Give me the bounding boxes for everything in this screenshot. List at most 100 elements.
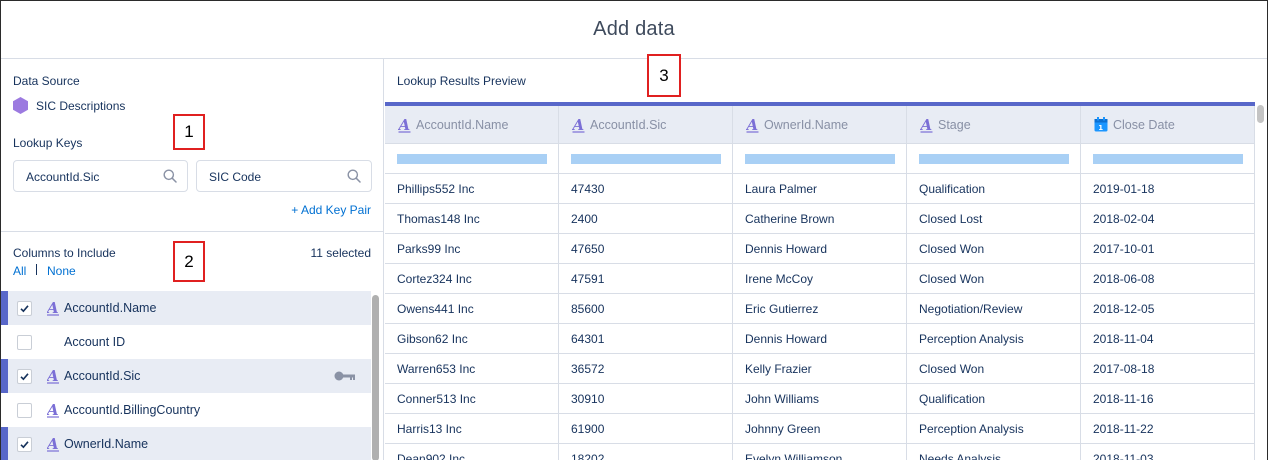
checkmark-icon [20,372,29,380]
lookup-key-left-value: AccountId.Sic [26,170,100,184]
placeholder-bar [919,153,1069,164]
text-type-icon: A [47,436,59,452]
add-key-pair-link[interactable]: + Add Key Pair [291,203,371,217]
header-label: AccountId.Name [416,117,509,132]
select-all-link[interactable]: All [13,264,26,278]
placeholder-bar [745,153,895,164]
table-cell: Parks99 Inc [385,234,559,263]
placeholder-cell [733,144,907,173]
placeholder-cell [1081,144,1255,173]
preview-scrollbar[interactable] [1256,102,1265,460]
text-type-icon: A [572,117,585,133]
table-cell: Owens441 Inc [385,294,559,323]
table-row: Phillips552 Inc 47430 Laura Palmer Qualific… [385,174,1255,204]
table-cell: Qualification [907,384,1081,413]
table-cell: Thomas148 Inc [385,204,559,233]
table-cell: 47591 [559,264,733,293]
text-type-icon: A [920,117,933,133]
svg-text:A: A [572,117,584,133]
lookup-key-left-input[interactable]: AccountId.Sic [13,160,188,192]
add-data-dialog: Add data Data Source SIC Descriptions Lo… [0,0,1268,460]
lookup-key-right-input[interactable]: SIC Code [196,160,372,192]
placeholder-bar [1093,153,1243,164]
placeholder-cell [385,144,559,173]
table-cell: 2400 [559,204,733,233]
header-stage[interactable]: A Stage [907,106,1081,143]
column-name: AccountId.Sic [64,369,141,383]
column-row-account-id[interactable]: Account ID [1,325,371,359]
column-row-accountid-sic[interactable]: A AccountId.Sic [1,359,371,393]
data-source-label: Data Source [13,74,80,88]
table-cell: Needs Analysis [907,444,1081,460]
table-cell: 2018-02-04 [1081,204,1255,233]
table-cell: 2017-08-18 [1081,354,1255,383]
column-row-ownerid-name[interactable]: A OwnerId.Name [1,427,371,460]
svg-text:A: A [920,117,932,133]
table-cell: 2018-11-16 [1081,384,1255,413]
table-cell: 64301 [559,324,733,353]
lookup-results-preview-title: Lookup Results Preview [397,74,526,88]
column-checkbox[interactable] [17,300,32,316]
table-cell: Closed Won [907,264,1081,293]
table-cell: Dennis Howard [733,234,907,263]
svg-text:A: A [47,368,59,384]
placeholder-cell [907,144,1081,173]
data-source-name: SIC Descriptions [36,99,126,113]
text-type-icon: A [47,402,59,418]
column-row-accountid-name[interactable]: A AccountId.Name [1,291,371,325]
preview-scrollbar-thumb[interactable] [1257,105,1264,123]
table-row: Thomas148 Inc 2400 Catherine Brown Closed L… [385,204,1255,234]
table-cell: Conner513 Inc [385,384,559,413]
select-none-link[interactable]: None [47,264,76,278]
svg-text:A: A [746,117,758,133]
table-cell: 2018-12-05 [1081,294,1255,323]
table-header-row: A AccountId.Name A AccountId.Sic A Owner… [385,106,1255,144]
table-row: Cortez324 Inc 47591 Irene McCoy Closed Won 2… [385,264,1255,294]
svg-text:A: A [398,117,410,133]
header-accountid-name[interactable]: A AccountId.Name [385,106,559,143]
column-checkbox[interactable] [17,334,32,350]
svg-text:A: A [47,402,59,418]
column-checkbox[interactable] [17,402,32,418]
placeholder-cell [559,144,733,173]
table-cell: 36572 [559,354,733,383]
header-close-date[interactable]: 1 Close Date [1081,106,1255,143]
dialog-header: Add data [1,1,1267,59]
callout-1: 1 [173,114,205,150]
table-cell: Warren653 Inc [385,354,559,383]
table-cell: 2018-11-03 [1081,444,1255,460]
loading-placeholder-row [385,144,1255,174]
divider [1,231,383,232]
table-row: Warren653 Inc 36572 Kelly Frazier Closed Wo… [385,354,1255,384]
table-row: Gibson62 Inc 64301 Dennis Howard Perception… [385,324,1255,354]
column-name: Account ID [64,335,126,349]
header-label: AccountId.Sic [590,117,667,132]
table-cell: 2018-11-04 [1081,324,1255,353]
callout-3: 3 [647,54,681,97]
svg-text:1: 1 [1098,124,1103,132]
column-row-accountid-billingcountry[interactable]: A AccountId.BillingCountry [1,393,371,427]
table-row: Parks99 Inc 47650 Dennis Howard Closed Won 2… [385,234,1255,264]
search-icon [163,169,177,183]
table-body: Phillips552 Inc 47430 Laura Palmer Qualific… [385,174,1255,460]
table-cell: Dennis Howard [733,324,907,353]
table-cell: Closed Won [907,354,1081,383]
svg-text:A: A [47,300,59,316]
table-cell: 47650 [559,234,733,263]
table-row: Owens441 Inc 85600 Eric Gutierrez Negotiati… [385,294,1255,324]
column-checkbox[interactable] [17,368,32,384]
checkmark-icon [20,440,29,448]
column-checkbox[interactable] [17,436,32,452]
columns-scrollbar-thumb[interactable] [372,295,379,460]
table-cell: 2018-06-08 [1081,264,1255,293]
lookup-key-right-value: SIC Code [209,170,262,184]
header-ownerid-name[interactable]: A OwnerId.Name [733,106,907,143]
table-cell: 30910 [559,384,733,413]
table-cell: 18202 [559,444,733,460]
link-separator [36,264,37,275]
header-accountid-sic[interactable]: A AccountId.Sic [559,106,733,143]
key-icon [334,371,355,381]
column-name: AccountId.Name [64,301,157,315]
lookup-keys-label: Lookup Keys [13,136,83,150]
preview-table: A AccountId.Name A AccountId.Sic A Owner… [385,102,1255,460]
